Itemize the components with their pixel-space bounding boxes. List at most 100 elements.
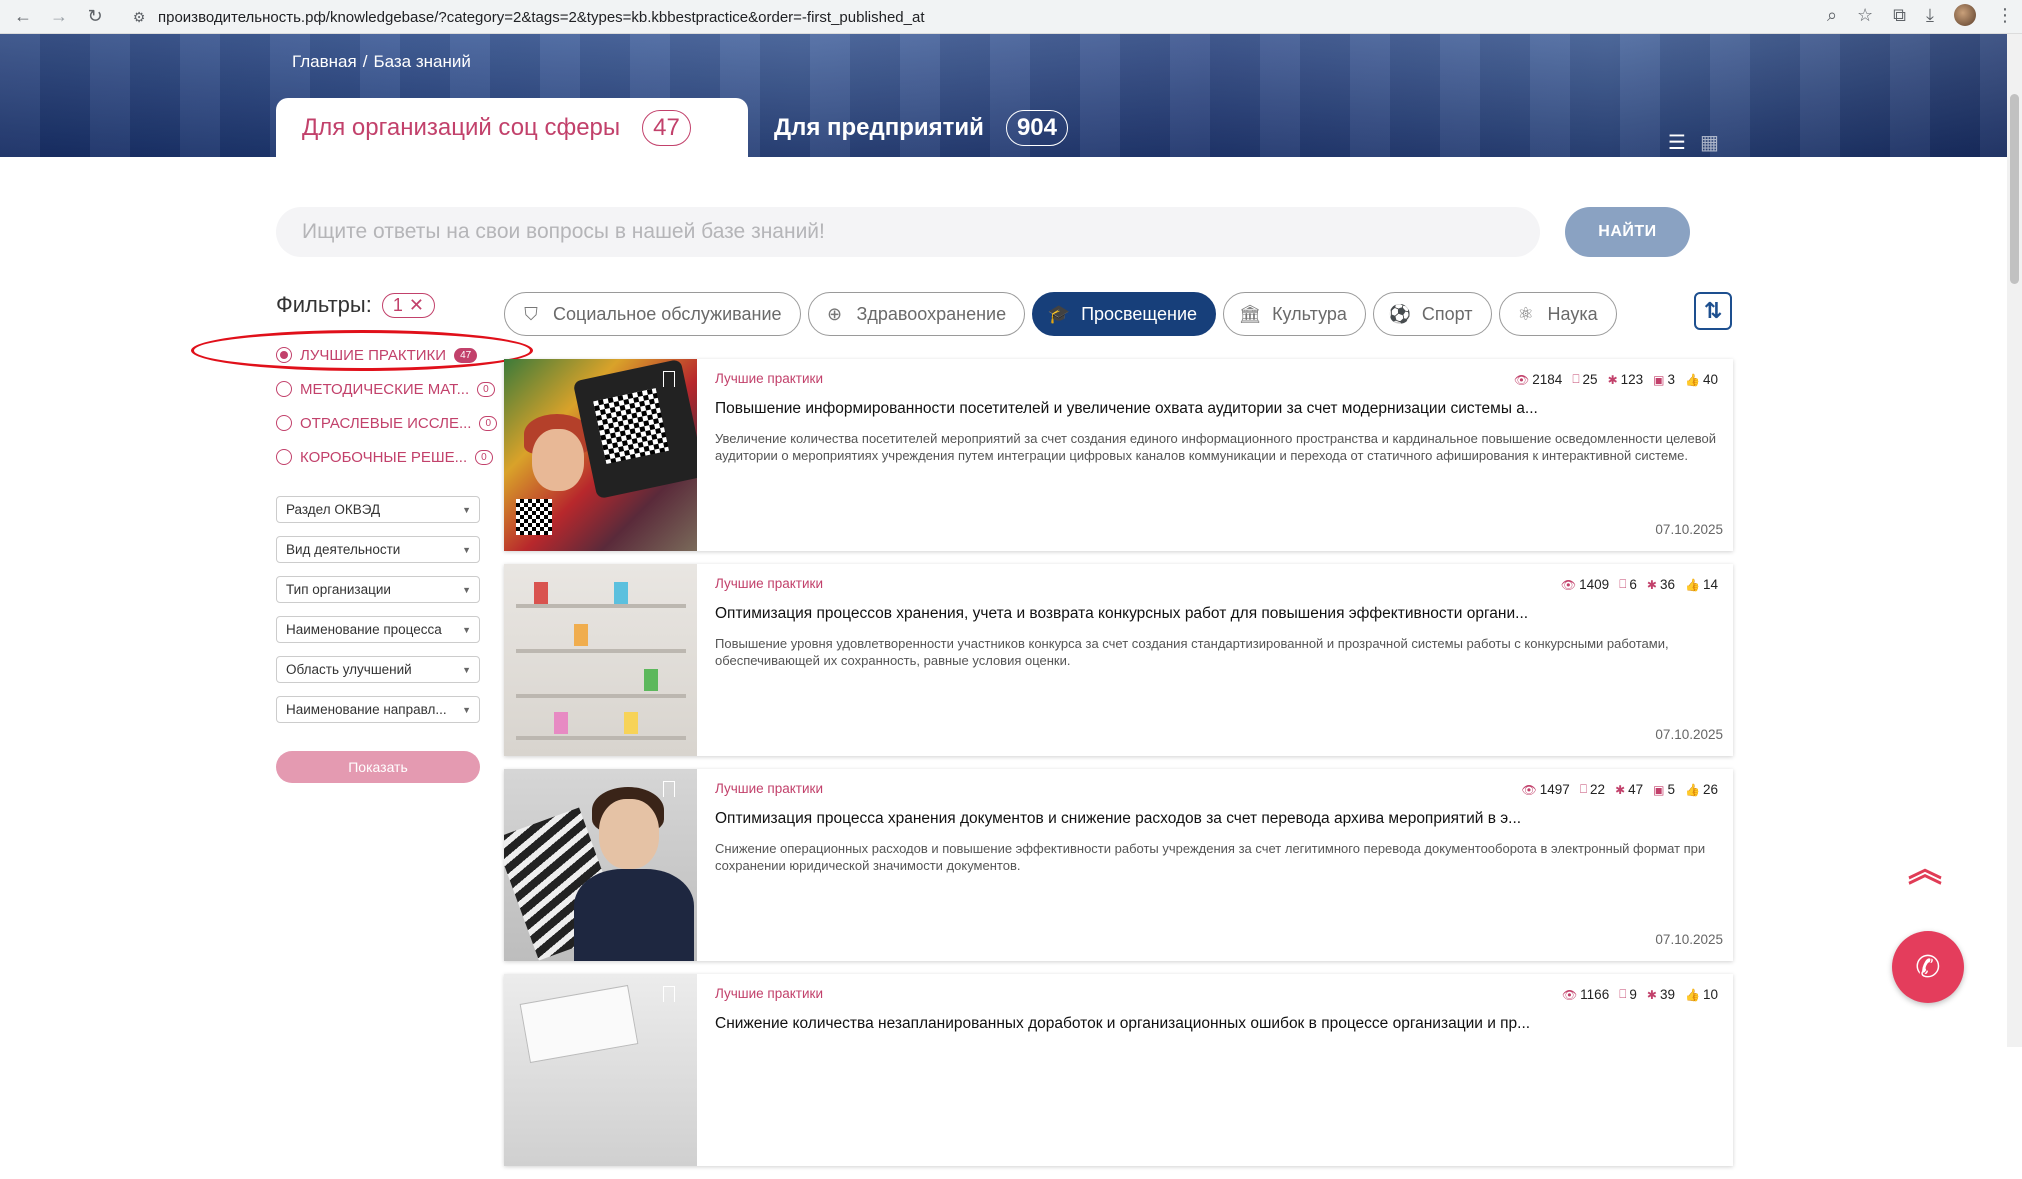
result-card[interactable]: Лучшие практики Оптимизация процессов хр… bbox=[504, 564, 1733, 756]
show-button[interactable]: Показать bbox=[276, 751, 480, 783]
select-label: Тип организации bbox=[286, 582, 391, 597]
chip-social-service[interactable]: ⛉ Социальное обслуживание bbox=[504, 292, 801, 336]
type-filter-label: ОТРАСЛЕВЫЕ ИССЛЕ... bbox=[300, 414, 472, 432]
radio-icon[interactable] bbox=[276, 381, 292, 397]
star-icon[interactable]: ☆ bbox=[1857, 5, 1873, 26]
card-title[interactable]: Оптимизация процессов хранения, учета и … bbox=[715, 605, 1723, 623]
bookmarks-count: 9 bbox=[1629, 987, 1637, 1002]
radio-icon[interactable] bbox=[276, 415, 292, 431]
select-okved[interactable]: Раздел ОКВЭД ▼ bbox=[276, 496, 480, 523]
zoom-icon[interactable]: ⌕ bbox=[1827, 5, 1837, 26]
card-date: 07.10.2025 bbox=[1655, 932, 1723, 947]
select-direction[interactable]: Наименование направл... ▼ bbox=[276, 696, 480, 723]
card-title[interactable]: Оптимизация процесса хранения документов… bbox=[715, 810, 1723, 828]
phone-icon[interactable]: ✆ bbox=[1892, 931, 1964, 1003]
ball-icon: ⚽ bbox=[1388, 303, 1412, 324]
type-filter-boxed-solutions[interactable]: КОРОБОЧНЫЕ РЕШЕ... 0 bbox=[276, 440, 497, 474]
bookmark-icon[interactable] bbox=[663, 371, 675, 387]
tab-social-sphere[interactable]: Для организаций соц сферы 47 bbox=[276, 98, 748, 157]
card-date: 07.10.2025 bbox=[1655, 727, 1723, 742]
chip-education[interactable]: 🎓 Просвещение bbox=[1032, 292, 1217, 336]
radio-icon[interactable] bbox=[276, 449, 292, 465]
select-activity[interactable]: Вид деятельности ▼ bbox=[276, 536, 480, 563]
bookmark-icon[interactable] bbox=[663, 781, 675, 797]
forward-icon[interactable]: → bbox=[46, 4, 72, 30]
card-thumbnail bbox=[504, 564, 697, 756]
tab-social-sphere-label: Для организаций соц сферы bbox=[302, 113, 621, 141]
page-scrollbar[interactable] bbox=[2007, 34, 2022, 1047]
tab-enterprises[interactable]: Для предприятий 904 bbox=[774, 110, 1068, 146]
category-chips: ⛉ Социальное обслуживание ⊕ Здравоохране… bbox=[504, 292, 1617, 336]
bookmarks-count: 22 bbox=[1590, 782, 1606, 797]
list-view-icon[interactable]: ☰ bbox=[1668, 130, 1686, 155]
card-description: Снижение операционных расходов и повышен… bbox=[715, 841, 1706, 873]
scroll-to-top-icon[interactable]: ︽ bbox=[1908, 853, 1942, 887]
select-improvement-area[interactable]: Область улучшений ▼ bbox=[276, 656, 480, 683]
search-input[interactable] bbox=[276, 207, 1540, 257]
card-thumbnail bbox=[504, 359, 697, 551]
type-filter-industry-research[interactable]: ОТРАСЛЕВЫЕ ИССЛЕ... 0 bbox=[276, 406, 498, 440]
views-count: 1409 bbox=[1579, 577, 1610, 592]
rating-count: 123 bbox=[1620, 372, 1644, 387]
chip-sport[interactable]: ⚽ Спорт bbox=[1372, 292, 1492, 336]
grid-view-icon[interactable]: ▦ bbox=[1700, 130, 1719, 155]
card-description: Увеличение количества посетителей меропр… bbox=[715, 431, 1717, 463]
eye-icon: 👁 bbox=[1561, 987, 1578, 1002]
site-settings-icon[interactable]: ⚙ bbox=[128, 6, 150, 28]
gear-icon: ✱ bbox=[1607, 372, 1618, 387]
breadcrumb-home[interactable]: Главная bbox=[292, 52, 357, 72]
select-org-type[interactable]: Тип организации ▼ bbox=[276, 576, 480, 603]
chip-healthcare[interactable]: ⊕ Здравоохранение bbox=[807, 292, 1026, 336]
filters-title: Фильтры: bbox=[276, 292, 372, 317]
profile-avatar[interactable] bbox=[1954, 4, 1976, 26]
select-label: Раздел ОКВЭД bbox=[286, 502, 381, 517]
chip-label: Просвещение bbox=[1081, 303, 1198, 324]
bookmark-icon: ⎕ bbox=[1619, 577, 1627, 591]
reload-icon[interactable]: ↻ bbox=[82, 4, 108, 30]
bookmarks-count: 25 bbox=[1582, 372, 1598, 387]
bookmarks-count: 6 bbox=[1629, 577, 1637, 592]
hero-banner: Главная / База знаний Для организаций со… bbox=[0, 34, 2007, 157]
bookmark-icon[interactable] bbox=[663, 986, 675, 1002]
clear-filters-icon[interactable]: ✕ bbox=[409, 295, 424, 316]
card-thumbnail bbox=[504, 974, 697, 1166]
caret-down-icon: ▼ bbox=[462, 544, 471, 555]
caret-down-icon: ▼ bbox=[462, 504, 471, 515]
caret-down-icon: ▼ bbox=[462, 624, 471, 635]
tab-enterprises-label: Для предприятий bbox=[774, 114, 984, 141]
chip-label: Наука bbox=[1547, 303, 1598, 324]
bookmark-icon: ⎕ bbox=[1579, 782, 1588, 796]
select-process[interactable]: Наименование процесса ▼ bbox=[276, 616, 480, 643]
rating-count: 39 bbox=[1659, 987, 1676, 1002]
gear-icon: ✱ bbox=[1615, 782, 1626, 797]
tab-social-sphere-count: 47 bbox=[642, 109, 691, 146]
results-list: Лучшие практики Повышение информированно… bbox=[504, 359, 1733, 1179]
eye-icon: 👁 bbox=[1514, 372, 1530, 387]
chip-culture[interactable]: 🏛 Культура bbox=[1223, 292, 1366, 336]
search-button[interactable]: НАЙТИ bbox=[1565, 207, 1690, 257]
type-filter-methodical[interactable]: МЕТОДИЧЕСКИЕ МАТ... 0 bbox=[276, 372, 497, 406]
medical-icon: ⊕ bbox=[826, 303, 843, 324]
menu-icon[interactable]: ⋮ bbox=[1996, 5, 2014, 26]
chip-science[interactable]: ⚛ Наука bbox=[1498, 292, 1617, 336]
result-card[interactable]: Лучшие практики Повышение информированно… bbox=[504, 359, 1733, 551]
caret-down-icon: ▼ bbox=[462, 704, 471, 715]
download-icon[interactable]: ⤓ bbox=[1926, 5, 1934, 26]
card-title[interactable]: Снижение количества незапланированных до… bbox=[715, 1015, 1723, 1033]
type-filter-count: 0 bbox=[475, 449, 493, 465]
card-stats: 👁 1409 ⎕ 6 ✱ 36 👍 14 bbox=[1561, 577, 1718, 592]
browser-toolbar: ← → ↻ ⚙ производительность.рф/knowledgeb… bbox=[0, 0, 2022, 34]
rating-count: 36 bbox=[1659, 577, 1676, 592]
card-title[interactable]: Повышение информированности посетителей … bbox=[715, 400, 1723, 418]
museum-icon: 🏛 bbox=[1238, 303, 1262, 324]
extensions-icon[interactable]: ⧉ bbox=[1893, 5, 1906, 26]
address-bar[interactable]: ⚙ производительность.рф/knowledgebase/?c… bbox=[128, 3, 1768, 31]
result-card[interactable]: Лучшие практики Снижение количества неза… bbox=[504, 974, 1733, 1166]
breadcrumb: Главная / База знаний bbox=[292, 52, 471, 72]
back-icon[interactable]: ← bbox=[10, 4, 36, 30]
likes-count: 26 bbox=[1702, 782, 1718, 797]
result-card[interactable]: Лучшие практики Оптимизация процесса хра… bbox=[504, 769, 1733, 961]
card-description: Повышение уровня удовлетворенности участ… bbox=[715, 636, 1669, 668]
active-filters-badge[interactable]: 1 ✕ bbox=[381, 292, 435, 318]
sort-icon[interactable]: ⇅ bbox=[1694, 292, 1732, 330]
